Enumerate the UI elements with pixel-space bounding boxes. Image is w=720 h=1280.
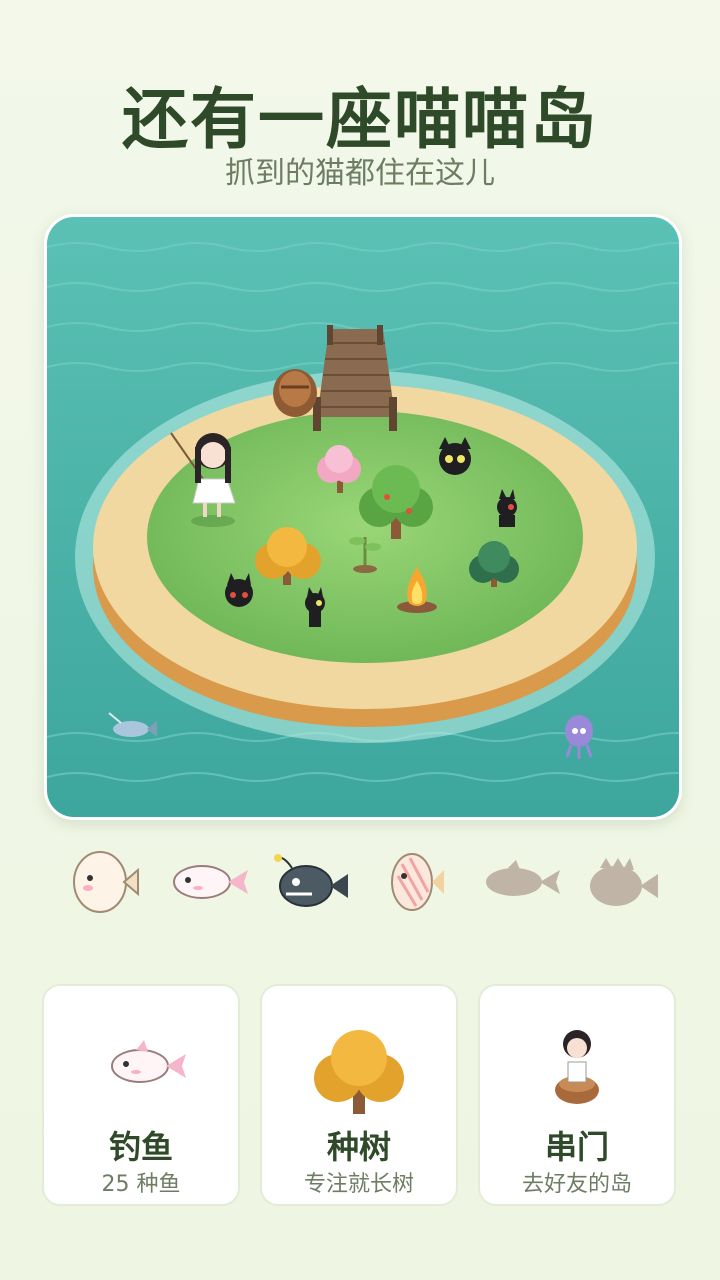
rowboat-icon bbox=[273, 369, 317, 417]
anglerfish-icon[interactable] bbox=[272, 842, 356, 922]
locked-fish-silhouette-icon[interactable] bbox=[480, 842, 564, 922]
page-subtitle: 抓到的猫都住在这儿 bbox=[225, 156, 495, 191]
card-subtitle: 去好友的岛 bbox=[521, 1172, 632, 1197]
card-subtitle: 25 种鱼 bbox=[101, 1172, 181, 1197]
card-subtitle: 专注就长树 bbox=[303, 1172, 414, 1197]
locked-fish-silhouette-icon[interactable] bbox=[584, 842, 668, 922]
card-title: 钓鱼 bbox=[108, 1128, 173, 1166]
striped-fish-icon[interactable] bbox=[376, 842, 460, 922]
card-title: 种树 bbox=[326, 1128, 391, 1166]
visit-card[interactable]: 串门 去好友的岛 bbox=[478, 984, 676, 1206]
round-white-fish-icon[interactable] bbox=[64, 842, 148, 922]
island-scene[interactable] bbox=[44, 214, 682, 820]
orange-tree-icon bbox=[262, 1010, 456, 1120]
fish-collection-row bbox=[60, 842, 670, 922]
feature-cards: 钓鱼 25 种鱼 种树 专注就长树 串门 去好友的岛 bbox=[42, 984, 678, 1208]
axolotl-fish-icon[interactable] bbox=[168, 842, 252, 922]
card-title: 串门 bbox=[544, 1128, 609, 1166]
squid-icon bbox=[565, 715, 593, 759]
fishing-card[interactable]: 钓鱼 25 种鱼 bbox=[42, 984, 240, 1206]
girl-in-boat-icon bbox=[480, 1010, 674, 1120]
tree-card[interactable]: 种树 专注就长树 bbox=[260, 984, 458, 1206]
axolotl-fish-icon bbox=[44, 1010, 238, 1120]
